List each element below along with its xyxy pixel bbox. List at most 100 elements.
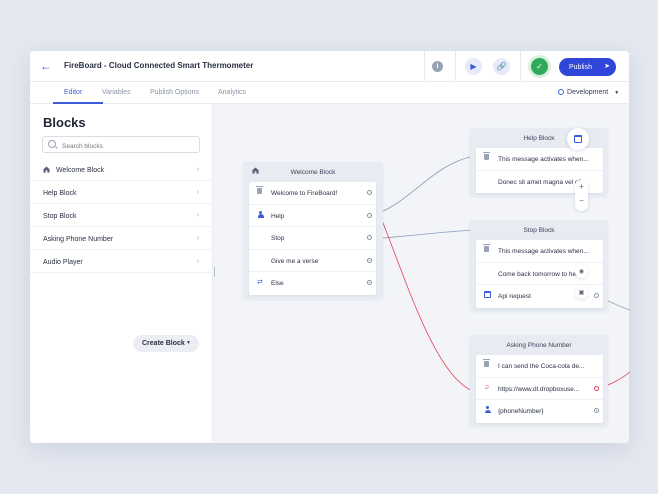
output-port[interactable] [367,190,372,195]
music-note-icon: ♫ [484,383,490,391]
zoom-in-icon[interactable]: + [575,182,588,191]
row-text: Else [271,280,284,287]
sidebar-item-asking-phone-number[interactable]: Asking Phone Number › [30,228,213,250]
node-asking-phone-number[interactable]: Asking Phone Number I can send the Coca-… [470,335,608,426]
tab-publish-options[interactable]: Publish Options [150,89,199,96]
node-row[interactable]: Give me a verse [249,250,376,272]
node-row[interactable]: Welcome to FireBoard! [249,182,376,205]
search-blocks-input[interactable] [42,136,200,153]
eye-icon[interactable]: ◉ [575,265,588,278]
node-row[interactable]: ⇄ Else [249,272,376,295]
shuffle-icon: ⇄ [257,279,263,286]
play-icon[interactable]: ▶ [465,58,482,75]
chevron-down-icon: ▼ [614,90,620,96]
resize-handle[interactable] [214,267,216,277]
tab-variables[interactable]: Variables [102,89,131,96]
calendar-icon [484,291,491,300]
node-row[interactable]: This message activates when... [476,240,603,263]
user-icon [257,210,264,220]
check-icon[interactable]: ✓ [531,58,548,75]
user-icon [484,406,491,415]
node-stop-block[interactable]: Stop Block This message activates when..… [470,220,608,311]
output-port[interactable] [594,408,599,413]
node-rows: Welcome to FireBoard! Help Stop Give me … [249,182,376,295]
output-port[interactable] [594,385,599,391]
node-row[interactable]: ♫ https://www.dl.dropboxuse... [476,378,603,400]
publish-button[interactable]: Publish ➤ [559,58,616,76]
header-divider [520,51,521,82]
back-arrow-icon[interactable]: ← [40,59,52,73]
trash-icon [256,186,263,196]
row-text: Give me a verse [271,257,319,265]
header-divider [424,51,425,82]
calendar-icon [574,135,582,143]
trash-icon [483,152,490,162]
row-text: Stop [271,235,285,242]
zoom-out-icon[interactable]: − [575,196,588,205]
sidebar-item-label: Welcome Block [56,167,105,174]
sidebar-title: Blocks [43,115,86,130]
chevron-right-icon: › [196,189,199,196]
create-block-label: Create Block [142,340,185,347]
sidebar-item-label: Stop Block [43,213,77,220]
sidebar-item-help-block[interactable]: Help Block › [30,182,213,204]
sidebar-item-label: Audio Player [43,259,83,266]
info-icon[interactable]: i [432,61,443,72]
node-row[interactable]: Help [249,205,376,227]
page-title: FireBoard - Cloud Connected Smart Thermo… [64,61,254,70]
row-text: Welcome to FireBoard! [271,190,338,197]
blocks-sidebar: Blocks Welcome Block › Help Block › Stop… [30,104,213,443]
sidebar-item-label: Asking Phone Number [43,236,114,243]
sidebar-item-stop-block[interactable]: Stop Block › [30,205,213,227]
chevron-right-icon: › [196,166,199,173]
row-text: This message activates when... [498,248,589,255]
rocket-icon: ➤ [604,63,610,70]
node-welcome-block[interactable]: Welcome Block Welcome to FireBoard! Help… [243,162,383,299]
sidebar-item-label: Help Block [43,190,77,197]
node-row[interactable]: I can send the Coca-cola de... [476,355,603,378]
create-block-button[interactable]: Create Block ▼ [133,335,199,352]
row-text: Help [271,212,285,220]
node-row[interactable]: This message activates when... [476,148,603,171]
row-text: Come back tomorrow to hea... [498,270,586,278]
node-title: Stop Block [523,227,555,234]
row-text: https://www.dl.dropboxuse... [498,385,580,393]
output-port[interactable] [367,257,372,263]
sidebar-item-welcome-block[interactable]: Welcome Block › [30,159,213,181]
row-text: I can send the Coca-cola de... [498,363,585,370]
home-icon [43,166,50,175]
output-port[interactable] [367,235,372,240]
tab-analytics[interactable]: Analytics [218,89,246,96]
node-row[interactable]: Stop [249,227,376,250]
row-text: {phoneNumber} [498,408,544,415]
sidebar-item-audio-player[interactable]: Audio Player › [30,251,213,273]
trash-icon [483,359,490,369]
node-row[interactable]: {phoneNumber} [476,400,603,423]
output-port[interactable] [594,293,599,298]
home-icon [252,167,259,176]
chevron-down-icon: ▼ [186,340,191,346]
chevron-right-icon: › [196,212,199,219]
output-port[interactable] [367,212,372,218]
output-port[interactable] [367,280,372,285]
node-title: Asking Phone Number [506,342,572,349]
fit-screen-icon[interactable]: ▣ [575,286,588,299]
search-icon [48,140,56,148]
calendar-fab[interactable] [567,128,589,150]
header-bar: ← FireBoard - Cloud Connected Smart Ther… [30,51,629,82]
chevron-right-icon: › [196,235,199,242]
node-rows: I can send the Coca-cola de... ♫ https://… [476,355,603,423]
tab-editor[interactable]: Editor [64,89,82,96]
trash-icon [483,244,490,254]
tab-bar: Editor Variables Publish Options Analyti… [30,82,629,104]
header-divider [455,51,456,82]
environment-dot-icon [558,89,564,95]
row-text: Donec sit amet magna vel oll... [498,178,587,186]
chevron-right-icon: › [196,258,199,265]
publish-label: Publish [569,63,592,71]
link-icon[interactable]: 🔗 [493,58,510,75]
node-title: Welcome Block [243,162,383,182]
row-text: Api request [498,293,531,300]
environment-select[interactable]: Development ▼ [558,89,619,96]
row-text: This message activates when... [498,156,589,163]
